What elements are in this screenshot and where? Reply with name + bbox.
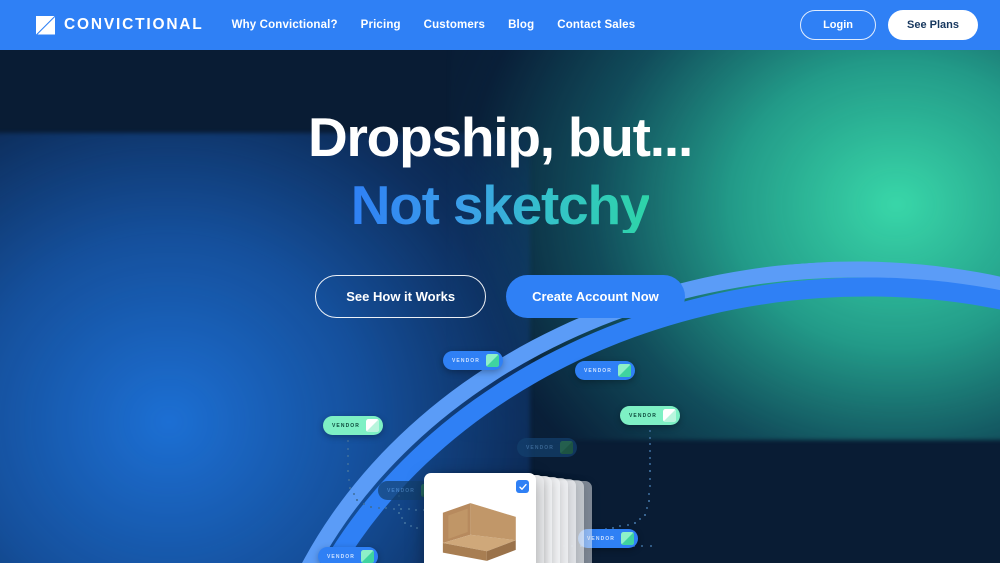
vendor-logo-icon xyxy=(663,409,676,422)
vendor-pill[interactable]: VENDOR xyxy=(620,406,680,425)
vendor-pill[interactable]: VENDOR xyxy=(517,438,577,457)
nav-link-blog[interactable]: Blog xyxy=(508,19,534,31)
convictional-logo-icon xyxy=(36,15,55,35)
vendor-pill[interactable]: VENDOR xyxy=(318,547,378,563)
navbar-actions: Login See Plans xyxy=(800,10,978,40)
vendor-logo-icon xyxy=(621,532,634,545)
see-plans-button[interactable]: See Plans xyxy=(888,10,978,40)
vendor-pill-label: VENDOR xyxy=(526,444,554,451)
page-subtitle: Not sketchy xyxy=(350,174,651,236)
corner-sofa-icon xyxy=(442,503,516,561)
see-how-it-works-button[interactable]: See How it Works xyxy=(315,275,487,318)
landing-page: CONVICTIONAL Why Convictional? Pricing C… xyxy=(0,0,1000,563)
vendor-logo-icon xyxy=(486,354,499,367)
primary-nav: Why Convictional? Pricing Customers Blog… xyxy=(232,19,636,31)
vendor-logo-icon xyxy=(366,419,379,432)
vendor-pill-label: VENDOR xyxy=(629,412,657,419)
vendor-pill-label: VENDOR xyxy=(327,553,355,560)
vendor-pill-label: VENDOR xyxy=(387,487,415,494)
vendor-logo-icon xyxy=(560,441,573,454)
nav-link-why-convictional[interactable]: Why Convictional? xyxy=(232,19,338,31)
nav-link-contact-sales[interactable]: Contact Sales xyxy=(557,19,635,31)
page-title: Dropship, but... xyxy=(307,106,693,168)
hero-section: VENDOR VENDOR VENDOR VENDOR VENDOR VENDOR VEND… xyxy=(0,50,1000,563)
vendor-logo-icon xyxy=(618,364,631,377)
vendor-logo-icon xyxy=(361,550,374,563)
vendor-pill-label: VENDOR xyxy=(452,357,480,364)
cta-row: See How it Works Create Account Now xyxy=(0,275,1000,318)
nav-link-pricing[interactable]: Pricing xyxy=(361,19,401,31)
create-account-button[interactable]: Create Account Now xyxy=(506,275,685,318)
hero-content: Dropship, but... Not sketchy See How it … xyxy=(0,50,1000,318)
brand-logo[interactable]: CONVICTIONAL xyxy=(36,15,204,35)
vendor-pill-label: VENDOR xyxy=(332,422,360,429)
vendor-pill-label: VENDOR xyxy=(584,367,612,374)
vendor-pill[interactable]: VENDOR xyxy=(575,361,635,380)
vendor-pill[interactable]: VENDOR xyxy=(323,416,383,435)
product-card[interactable]: Accept Item xyxy=(424,473,536,563)
check-icon[interactable] xyxy=(516,480,529,493)
top-navbar: CONVICTIONAL Why Convictional? Pricing C… xyxy=(0,0,1000,50)
brand-name: CONVICTIONAL xyxy=(64,16,204,33)
login-button[interactable]: Login xyxy=(800,10,877,40)
nav-link-customers[interactable]: Customers xyxy=(424,19,485,31)
vendor-pill[interactable]: VENDOR xyxy=(443,351,503,370)
